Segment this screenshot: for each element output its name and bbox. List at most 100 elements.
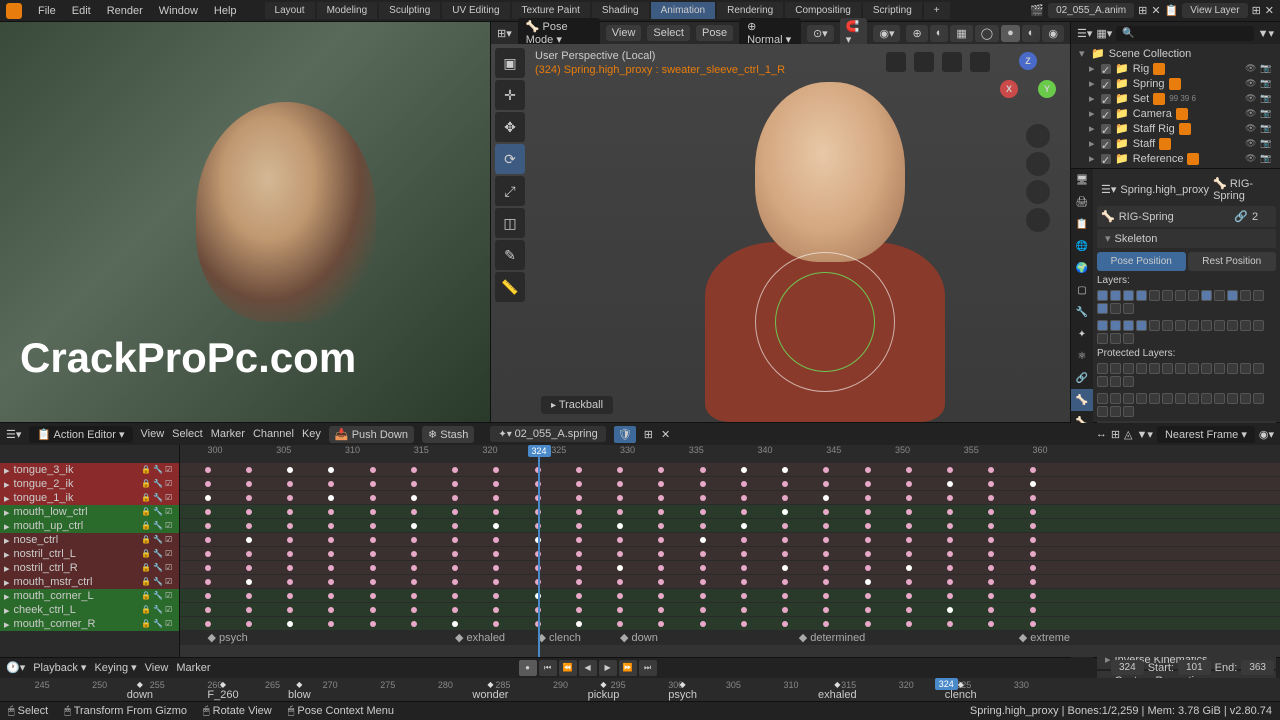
layer-cell[interactable] bbox=[1240, 393, 1251, 404]
keyframe[interactable] bbox=[658, 495, 664, 501]
keyframe[interactable] bbox=[906, 551, 912, 557]
prop-tab-output[interactable]: 🖨 bbox=[1071, 191, 1093, 213]
xray-icon[interactable]: ▦ bbox=[950, 25, 972, 42]
prop-tab-constraint[interactable]: 🔗 bbox=[1071, 367, 1093, 389]
keyframe[interactable] bbox=[865, 509, 871, 515]
gizmo-y-axis[interactable]: Y bbox=[1038, 80, 1056, 98]
blender-logo[interactable] bbox=[6, 3, 22, 19]
nav-pan-icon[interactable] bbox=[1026, 152, 1050, 176]
keyframe[interactable] bbox=[700, 565, 706, 571]
keyframe[interactable] bbox=[411, 537, 417, 543]
nav-camera-icon[interactable] bbox=[1026, 180, 1050, 204]
keyframe[interactable] bbox=[1030, 509, 1036, 515]
layer-cell[interactable] bbox=[1123, 393, 1134, 404]
keyframe[interactable] bbox=[411, 593, 417, 599]
layer-cell[interactable] bbox=[1162, 393, 1173, 404]
vp-menu-view[interactable]: View bbox=[606, 25, 642, 41]
keyframe[interactable] bbox=[411, 607, 417, 613]
keyframe[interactable] bbox=[493, 551, 499, 557]
keyframe[interactable] bbox=[287, 509, 293, 515]
action-input[interactable]: ✦▾ 02_055_A.spring bbox=[490, 426, 605, 442]
tool-annotate[interactable]: ✎ bbox=[495, 240, 525, 270]
keyframe[interactable] bbox=[328, 551, 334, 557]
new-layer-icon[interactable]: ⊞ bbox=[1252, 4, 1261, 17]
current-frame-input[interactable]: 324 bbox=[1111, 660, 1144, 675]
keyframe[interactable] bbox=[328, 537, 334, 543]
keyframe[interactable] bbox=[700, 551, 706, 557]
layer-cell[interactable] bbox=[1227, 363, 1238, 374]
keyframe[interactable] bbox=[370, 537, 376, 543]
keyframe[interactable] bbox=[658, 593, 664, 599]
keyframe[interactable] bbox=[205, 607, 211, 613]
menu-help[interactable]: Help bbox=[206, 5, 245, 17]
tl-menu-view[interactable]: View bbox=[145, 662, 169, 674]
keyframe[interactable] bbox=[617, 495, 623, 501]
layer-cell[interactable] bbox=[1136, 393, 1147, 404]
ds-toggle1-icon[interactable]: ↔ bbox=[1096, 428, 1107, 440]
keyframe[interactable] bbox=[1030, 593, 1036, 599]
keyframe[interactable] bbox=[452, 509, 458, 515]
keyframe[interactable] bbox=[782, 523, 788, 529]
keyframe[interactable] bbox=[906, 607, 912, 613]
layer-cell[interactable] bbox=[1123, 376, 1134, 387]
keyframe[interactable] bbox=[865, 621, 871, 627]
keyframe[interactable] bbox=[328, 593, 334, 599]
keyframe[interactable] bbox=[493, 523, 499, 529]
keyframe[interactable] bbox=[205, 551, 211, 557]
gizmo-toggle-icon[interactable]: ⊕ bbox=[906, 25, 927, 42]
keyframe[interactable] bbox=[328, 495, 334, 501]
keyframe[interactable] bbox=[782, 565, 788, 571]
layer-cell[interactable] bbox=[1149, 393, 1160, 404]
layer-cell[interactable] bbox=[1110, 320, 1121, 331]
keyframe[interactable] bbox=[1030, 607, 1036, 613]
channel-row[interactable]: ▸mouth_mstr_ctrl🔒🔧☑ bbox=[0, 575, 179, 589]
tl-editor-icon[interactable]: 🕐▾ bbox=[6, 661, 25, 674]
layer-cell[interactable] bbox=[1110, 333, 1121, 344]
keyframe[interactable] bbox=[782, 467, 788, 473]
ds-filter-icon[interactable]: ▼▾ bbox=[1137, 428, 1153, 441]
keyframe[interactable] bbox=[411, 509, 417, 515]
proportional-icon[interactable]: ◉▾ bbox=[873, 25, 900, 42]
layer-cell[interactable] bbox=[1110, 303, 1121, 314]
keyframe[interactable] bbox=[700, 523, 706, 529]
keyframe[interactable] bbox=[287, 551, 293, 557]
keyframe[interactable] bbox=[287, 495, 293, 501]
unlink-scene-icon[interactable]: ✕ bbox=[1151, 4, 1160, 17]
layer-cell[interactable] bbox=[1097, 376, 1108, 387]
track-row[interactable] bbox=[180, 463, 1280, 477]
keyframe[interactable] bbox=[988, 607, 994, 613]
layer-cell[interactable] bbox=[1175, 393, 1186, 404]
keyframe[interactable] bbox=[370, 495, 376, 501]
delete-layer-icon[interactable]: ✕ bbox=[1265, 4, 1274, 17]
keyframe[interactable] bbox=[411, 481, 417, 487]
ds-menu-view[interactable]: View bbox=[141, 428, 165, 440]
ds-menu-marker[interactable]: Marker bbox=[211, 428, 245, 440]
keyframe[interactable] bbox=[287, 565, 293, 571]
keyframe[interactable] bbox=[947, 621, 953, 627]
channel-row[interactable]: ▸nostril_ctrl_R🔒🔧☑ bbox=[0, 561, 179, 575]
keyframe[interactable] bbox=[1030, 523, 1036, 529]
keyframe[interactable] bbox=[328, 621, 334, 627]
keyframe[interactable] bbox=[823, 593, 829, 599]
prop-tab-world[interactable]: 🌍 bbox=[1071, 257, 1093, 279]
layer-cell[interactable] bbox=[1240, 290, 1251, 301]
keyframe[interactable] bbox=[741, 495, 747, 501]
action-fake-user-icon[interactable]: 🛡 bbox=[614, 426, 636, 443]
keyframe[interactable] bbox=[1030, 579, 1036, 585]
layer-cell[interactable] bbox=[1188, 393, 1199, 404]
keyframe[interactable] bbox=[865, 551, 871, 557]
pose-position-button[interactable]: Pose Position bbox=[1097, 252, 1186, 271]
channel-row[interactable]: ▸cheek_ctrl_L🔒🔧☑ bbox=[0, 603, 179, 617]
menu-window[interactable]: Window bbox=[151, 5, 206, 17]
keyframe[interactable] bbox=[988, 481, 994, 487]
keyframe[interactable] bbox=[452, 565, 458, 571]
navigation-gizmo[interactable]: Z X Y bbox=[998, 56, 1058, 116]
tl-marker[interactable]: ◆exhaled bbox=[818, 680, 857, 701]
keyframe[interactable] bbox=[576, 495, 582, 501]
keyframe[interactable] bbox=[1030, 537, 1036, 543]
object-name[interactable]: Spring.high_proxy bbox=[1120, 184, 1209, 196]
ds-menu-key[interactable]: Key bbox=[302, 428, 321, 440]
keyframe[interactable] bbox=[906, 565, 912, 571]
layer-cell[interactable] bbox=[1123, 363, 1134, 374]
keyframe[interactable] bbox=[411, 551, 417, 557]
